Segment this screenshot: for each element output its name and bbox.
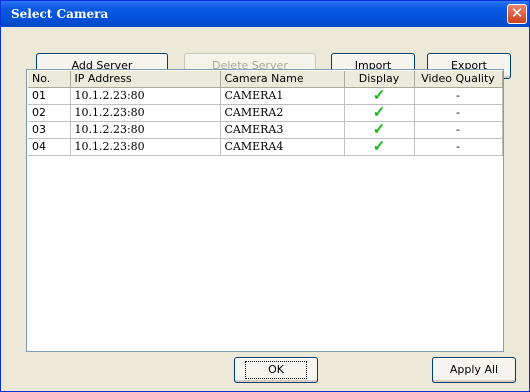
close-icon[interactable]: ✕: [507, 4, 527, 24]
cell-no: 03: [28, 121, 71, 139]
cell-ip-address: 10.1.2.23:80: [70, 121, 221, 139]
cell-display[interactable]: ✓: [344, 86, 415, 105]
cell-display[interactable]: ✓: [344, 103, 415, 122]
apply-all-button[interactable]: Apply All: [432, 357, 516, 383]
column-header-no[interactable]: No.: [28, 71, 71, 88]
cell-video-quality: -: [414, 138, 503, 156]
cell-video-quality: -: [414, 87, 503, 105]
table-row[interactable]: 01 10.1.2.23:80 CAMERA1 ✓ -: [28, 86, 503, 105]
column-header-display[interactable]: Display: [344, 71, 415, 88]
camera-list[interactable]: No. IP Address Camera Name Display Video…: [26, 69, 504, 352]
checkmark-icon[interactable]: ✓: [373, 120, 386, 138]
select-camera-dialog: Select Camera ✕ Add Server Delete Server…: [0, 0, 530, 392]
cell-ip-address: 10.1.2.23:80: [70, 138, 221, 156]
table-row[interactable]: 03 10.1.2.23:80 CAMERA3 ✓ -: [28, 120, 503, 139]
checkmark-icon[interactable]: ✓: [373, 103, 386, 121]
ok-button-label: OK: [245, 361, 307, 379]
window-title: Select Camera: [11, 7, 109, 21]
cell-camera-name: CAMERA3: [220, 121, 345, 139]
cell-ip-address: 10.1.2.23:80: [70, 87, 221, 105]
column-header-camera-name[interactable]: Camera Name: [220, 71, 345, 88]
cell-display[interactable]: ✓: [344, 137, 415, 156]
checkmark-icon[interactable]: ✓: [373, 86, 386, 104]
cell-camera-name: CAMERA2: [220, 104, 345, 122]
cell-camera-name: CAMERA4: [220, 138, 345, 156]
cell-camera-name: CAMERA1: [220, 87, 345, 105]
ok-button[interactable]: OK: [234, 357, 318, 383]
column-header-video-quality[interactable]: Video Quality: [414, 71, 503, 88]
table-row[interactable]: 02 10.1.2.23:80 CAMERA2 ✓ -: [28, 103, 503, 122]
cell-no: 01: [28, 87, 71, 105]
checkmark-icon[interactable]: ✓: [373, 137, 386, 155]
cell-no: 04: [28, 138, 71, 156]
cell-display[interactable]: ✓: [344, 120, 415, 139]
column-header-ip-address[interactable]: IP Address: [70, 71, 221, 88]
cell-no: 02: [28, 104, 71, 122]
table-header-row: No. IP Address Camera Name Display Video…: [28, 71, 503, 88]
title-bar[interactable]: Select Camera ✕: [1, 1, 529, 27]
cell-ip-address: 10.1.2.23:80: [70, 104, 221, 122]
dialog-body: Add Server Delete Server Import Export N…: [4, 27, 526, 388]
table-row[interactable]: 04 10.1.2.23:80 CAMERA4 ✓ -: [28, 137, 503, 156]
cell-video-quality: -: [414, 121, 503, 139]
cell-video-quality: -: [414, 104, 503, 122]
camera-table: No. IP Address Camera Name Display Video…: [28, 71, 503, 156]
